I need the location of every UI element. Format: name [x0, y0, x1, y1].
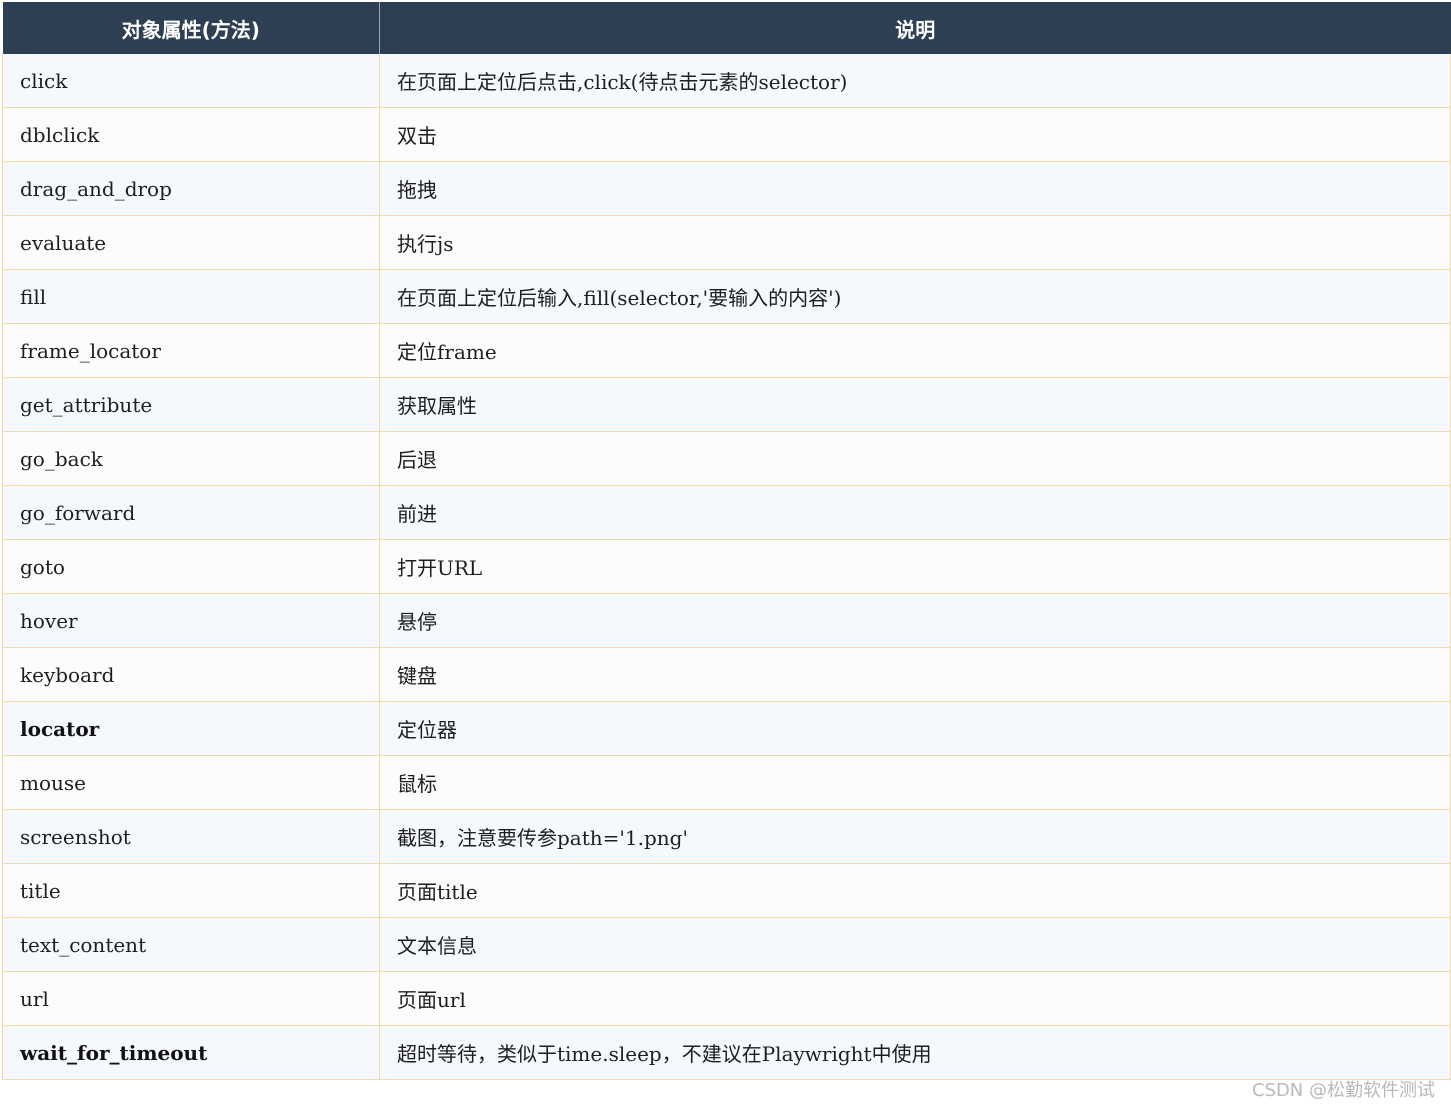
method-cell: goto: [2, 539, 380, 594]
description-cell: 后退: [379, 431, 1451, 486]
table-row: fill 在页面上定位后输入,fill(selector,'要输入的内容'): [2, 269, 1451, 324]
method-cell: mouse: [2, 755, 380, 810]
description-cell: 拖拽: [379, 161, 1451, 216]
description-cell: 双击: [379, 107, 1451, 162]
header-description: 说明: [379, 2, 1451, 54]
method-cell: evaluate: [2, 215, 380, 270]
table-row: title 页面title: [2, 863, 1451, 918]
table-row: go_back 后退: [2, 431, 1451, 486]
description-cell: 页面url: [379, 971, 1451, 1026]
methods-table-container: 对象属性(方法) 说明 click 在页面上定位后点击,click(待点击元素的s…: [2, 2, 1451, 1080]
method-cell: go_back: [2, 431, 380, 486]
table-row: locator 定位器: [2, 701, 1451, 756]
table-row: text_content 文本信息: [2, 917, 1451, 972]
method-cell: url: [2, 971, 380, 1026]
method-cell: locator: [2, 701, 380, 756]
table-row: drag_and_drop 拖拽: [2, 161, 1451, 216]
method-cell: click: [2, 54, 380, 108]
description-cell: 前进: [379, 485, 1451, 540]
method-cell: dblclick: [2, 107, 380, 162]
method-cell: frame_locator: [2, 323, 380, 378]
description-cell: 页面title: [379, 863, 1451, 918]
table-row: screenshot 截图，注意要传参path='1.png': [2, 809, 1451, 864]
description-cell: 执行js: [379, 215, 1451, 270]
description-cell: 截图，注意要传参path='1.png': [379, 809, 1451, 864]
table-row: keyboard 键盘: [2, 647, 1451, 702]
method-cell: hover: [2, 593, 380, 648]
description-cell: 打开URL: [379, 539, 1451, 594]
table-header-row: 对象属性(方法) 说明: [2, 2, 1451, 54]
table-row: evaluate 执行js: [2, 215, 1451, 270]
method-cell: keyboard: [2, 647, 380, 702]
description-cell: 键盘: [379, 647, 1451, 702]
table-row: frame_locator 定位frame: [2, 323, 1451, 378]
description-cell: 定位器: [379, 701, 1451, 756]
method-cell: fill: [2, 269, 380, 324]
method-cell: go_forward: [2, 485, 380, 540]
table-row: url 页面url: [2, 971, 1451, 1026]
description-cell: 定位frame: [379, 323, 1451, 378]
description-cell: 获取属性: [379, 377, 1451, 432]
table-row: dblclick 双击: [2, 107, 1451, 162]
table-row: get_attribute 获取属性: [2, 377, 1451, 432]
watermark: CSDN @松勤软件测试: [1251, 1080, 1435, 1101]
table-row: mouse 鼠标: [2, 755, 1451, 810]
header-method: 对象属性(方法): [2, 2, 380, 54]
description-cell: 在页面上定位后点击,click(待点击元素的selector): [379, 54, 1451, 108]
table-body: click 在页面上定位后点击,click(待点击元素的selector) dblc…: [2, 54, 1451, 1080]
method-cell: wait_for_timeout: [2, 1025, 380, 1080]
method-cell: drag_and_drop: [2, 161, 380, 216]
description-cell: 文本信息: [379, 917, 1451, 972]
table-row: goto 打开URL: [2, 539, 1451, 594]
table-row: wait_for_timeout 超时等待，类似于time.sleep，不建议在P…: [2, 1025, 1451, 1080]
description-cell: 超时等待，类似于time.sleep，不建议在Playwright中使用: [379, 1025, 1451, 1080]
description-cell: 鼠标: [379, 755, 1451, 810]
method-cell: get_attribute: [2, 377, 380, 432]
table-row: go_forward 前进: [2, 485, 1451, 540]
description-cell: 在页面上定位后输入,fill(selector,'要输入的内容'): [379, 269, 1451, 324]
table-row: hover 悬停: [2, 593, 1451, 648]
method-cell: title: [2, 863, 380, 918]
description-cell: 悬停: [379, 593, 1451, 648]
method-cell: screenshot: [2, 809, 380, 864]
methods-table: 对象属性(方法) 说明 click 在页面上定位后点击,click(待点击元素的s…: [2, 2, 1451, 1080]
method-cell: text_content: [2, 917, 380, 972]
table-row: click 在页面上定位后点击,click(待点击元素的selector): [2, 54, 1451, 108]
